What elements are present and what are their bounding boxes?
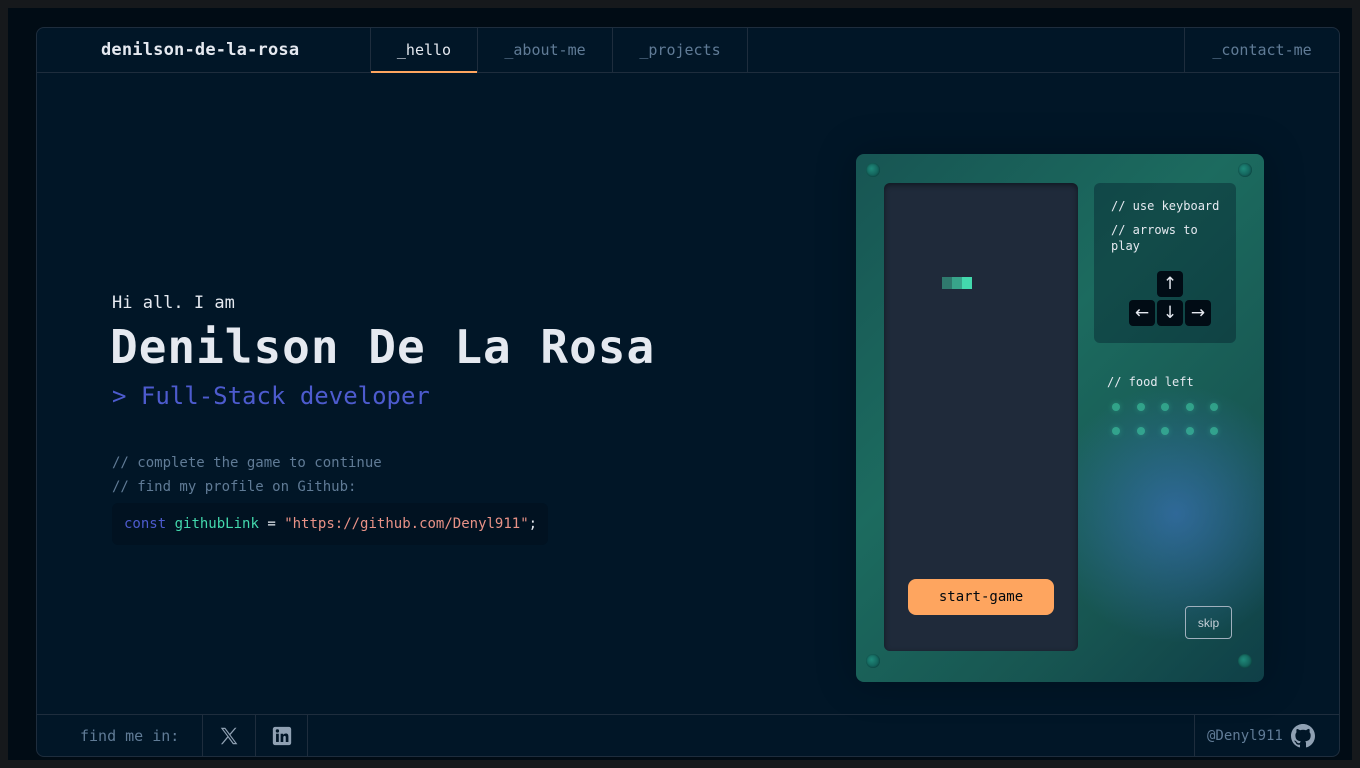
controls-hint-arrows: // arrows to play <box>1111 223 1198 253</box>
bolt-icon <box>1238 654 1252 668</box>
food-dot <box>1210 427 1218 435</box>
arrow-up-key[interactable]: ↑ <box>1157 271 1183 297</box>
github-comment: // find my profile on Github: <box>112 479 357 495</box>
food-dot <box>1161 427 1169 435</box>
snake-segment <box>942 277 952 289</box>
tab-projects[interactable]: _projects <box>612 28 748 72</box>
linkedin-logo <box>272 726 291 745</box>
food-left-label: // food left <box>1107 375 1194 389</box>
food-dot <box>1136 427 1145 435</box>
code-keyword: const <box>124 516 167 532</box>
github-link[interactable]: "https://github.com/Denyl911" <box>284 516 528 532</box>
food-dot <box>1185 403 1194 411</box>
footer: find me in: @Denyl911 <box>37 714 1339 756</box>
snake-segment <box>952 277 962 289</box>
linkedin-icon[interactable] <box>255 715 308 756</box>
bolt-icon <box>866 654 880 668</box>
bolt-icon <box>1238 163 1252 177</box>
food-dot <box>1185 427 1194 435</box>
controls-hint-keyboard: // use keyboard <box>1111 199 1220 213</box>
food-dot <box>1112 427 1120 435</box>
github-handle: @Denyl911 <box>1207 727 1283 744</box>
x-logo <box>220 727 238 744</box>
github-icon <box>1290 723 1315 747</box>
arrow-down-key[interactable]: ↓ <box>1157 300 1183 326</box>
food-dot <box>1136 403 1145 411</box>
tab-contact-me[interactable]: _contact-me <box>1184 28 1339 72</box>
food-dot <box>1161 403 1169 411</box>
top-nav: denilson-de-la-rosa _hello _about-me _pr… <box>37 28 1339 73</box>
code-variable: githubLink <box>174 516 259 532</box>
hero-name: Denilson De La Rosa <box>110 320 656 374</box>
arrow-left-key[interactable]: ← <box>1129 300 1155 326</box>
code-terminator: ; <box>528 516 538 532</box>
food-dot <box>1112 403 1120 411</box>
skip-button[interactable]: skip <box>1185 606 1232 639</box>
find-me-label: find me in: <box>80 726 180 745</box>
snake <box>942 277 972 289</box>
hero-role: > Full-Stack developer <box>112 382 430 410</box>
portfolio-frame: denilson-de-la-rosa _hello _about-me _pr… <box>36 27 1340 757</box>
hero-greeting: Hi all. I am <box>112 293 235 313</box>
tab-hello[interactable]: _hello <box>370 28 477 73</box>
game-instruction-comment: // complete the game to continue <box>112 455 382 471</box>
site-brand[interactable]: denilson-de-la-rosa <box>101 28 371 72</box>
food-dot <box>1210 403 1218 411</box>
start-game-button[interactable]: start-game <box>908 579 1054 615</box>
snake-head <box>962 277 972 289</box>
github-code-snippet: const githubLink = "https://github.com/D… <box>112 503 548 545</box>
app-window: denilson-de-la-rosa _hello _about-me _pr… <box>8 8 1352 760</box>
food-left-indicator <box>1112 403 1222 435</box>
snake-game-console: start-game // use keyboard // arrows to … <box>856 154 1264 682</box>
arrow-right-key[interactable]: → <box>1185 300 1211 326</box>
x-icon[interactable] <box>202 715 255 756</box>
code-operator: = <box>267 516 276 532</box>
bolt-icon <box>866 163 880 177</box>
game-screen[interactable]: start-game <box>884 183 1078 651</box>
controls-panel: // use keyboard // arrows to play ↑ ← ↓ … <box>1094 183 1236 343</box>
github-profile-link[interactable]: @Denyl911 <box>1194 715 1339 756</box>
tab-about-me[interactable]: _about-me <box>477 28 612 72</box>
